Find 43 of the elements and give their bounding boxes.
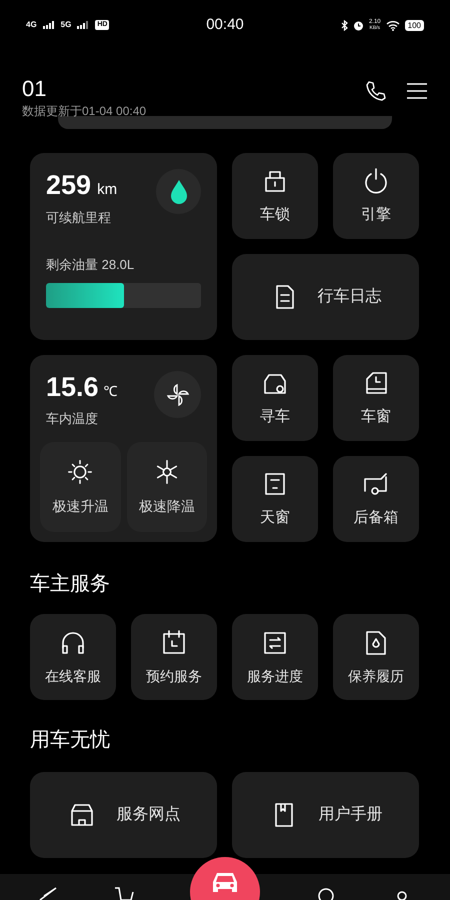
temperature-unit: ℃ [104,382,118,401]
update-time: 数据更新于01-04 00:40 [22,103,146,119]
alarm-icon [352,20,364,30]
wifi-icon [386,20,400,30]
menu-icon[interactable] [406,82,428,100]
control-tile[interactable]: 天窗 [232,456,318,542]
control-tile[interactable]: 寻车 [232,355,318,441]
service-tile[interactable]: 用户手册 [232,772,419,858]
climate-button[interactable]: 极速升温 [40,442,120,532]
service-tile[interactable]: 服务进度 [232,614,318,700]
climate-button[interactable]: 极速降温 [126,442,207,532]
battery-indicator: 100 [404,20,424,30]
control-tile[interactable]: 车窗 [333,355,419,441]
fuel-button[interactable] [156,169,201,214]
cart-icon[interactable] [114,886,134,900]
network-label: 5G [60,19,72,31]
phone-icon[interactable] [364,79,388,103]
fan-icon [164,382,190,408]
signal-icon [42,21,55,29]
control-tile[interactable]: 后备箱 [333,456,419,542]
service-tile[interactable]: 保养履历 [333,614,419,700]
fuel-label: 剩余油量 28.0L [46,256,136,274]
bluetooth-icon [340,20,348,30]
fan-button[interactable] [154,371,201,418]
temperature-label: 车内温度 [46,410,99,428]
sun-icon [66,458,94,486]
control-tile[interactable]: 行车日志 [232,254,419,340]
drop-icon [168,178,188,204]
network-label: 4G [26,19,37,31]
section-title: 车主服务 [29,572,111,597]
service-tile[interactable]: 服务网点 [30,772,217,858]
range-value: 259 [46,169,92,201]
temperature-value: 15.6 [46,371,99,403]
vehicle-title: 01 [22,75,48,103]
signal-icon [77,21,90,29]
service-tile[interactable]: 在线客服 [30,614,116,700]
section-title: 用车无忧 [29,728,111,753]
service-tile[interactable]: 预约服务 [131,614,217,700]
range-label: 可续航里程 [46,208,112,226]
range-unit: km [97,180,118,200]
control-tile[interactable]: 引擎 [333,153,419,239]
clock: 00:40 [206,14,244,35]
control-tile[interactable]: 车锁 [232,153,318,239]
